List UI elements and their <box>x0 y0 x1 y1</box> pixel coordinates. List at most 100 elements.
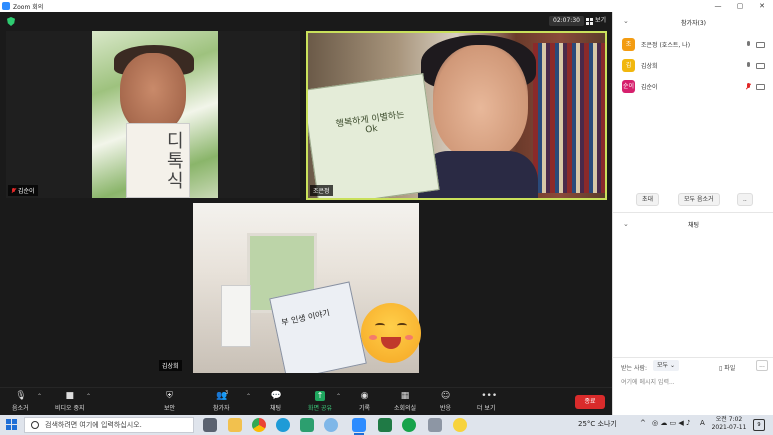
participant-name: 김상희 <box>641 63 658 70</box>
participant-nametag: 김순이 <box>8 185 38 196</box>
video-options-caret[interactable]: ⌃ <box>86 393 91 400</box>
mute-all-button[interactable]: 모두 음소거 <box>678 193 720 206</box>
mic-muted-icon[interactable] <box>746 83 751 90</box>
view-button[interactable]: 보기 <box>583 16 609 26</box>
breakout-rooms-icon: ▦ <box>400 391 410 401</box>
task-view-icon[interactable] <box>203 418 217 432</box>
grid-view-icon <box>586 17 593 25</box>
security-button[interactable]: ⛨ 보안 <box>164 391 175 415</box>
search-icon <box>31 421 39 429</box>
participant-row[interactable]: 순이 김순이 <box>613 76 773 97</box>
divider <box>613 212 773 213</box>
participants-options-caret[interactable]: ⌃ <box>246 393 251 400</box>
excel-icon[interactable] <box>378 418 392 432</box>
video-camera-icon[interactable] <box>756 83 765 90</box>
audio-options-caret[interactable]: ⌃ <box>37 393 42 400</box>
chat-more-button[interactable]: ... <box>756 360 768 371</box>
input-language-indicator[interactable]: A <box>700 419 705 427</box>
reactions-button[interactable]: ☺ 반응 <box>440 391 451 415</box>
encryption-shield-icon[interactable] <box>7 17 15 26</box>
held-book: 행복하게 이별하는 Ok <box>308 73 440 198</box>
search-placeholder: 검색하려면 여기에 입력하십시오. <box>45 421 142 429</box>
file-button[interactable]: ▯ 파일 <box>719 363 735 372</box>
more-options-button[interactable]: .. <box>737 193 753 206</box>
share-screen-button[interactable]: ↑ 화면 공유 <box>308 391 332 415</box>
participant-face <box>120 53 186 133</box>
collapse-chevron-icon[interactable]: ⌄ <box>623 220 629 228</box>
collapse-chevron-icon[interactable]: ⌄ <box>623 17 629 25</box>
shield-icon: ⛨ <box>166 391 173 401</box>
kakaotalk-icon[interactable] <box>453 418 467 432</box>
chat-button[interactable]: 💬 채팅 <box>270 391 282 415</box>
participants-panel-title: 참가자(3) <box>680 19 707 27</box>
minimize-button[interactable]: — <box>707 0 729 12</box>
tray-overflow-icon[interactable]: ^ <box>640 419 646 427</box>
maximize-button[interactable]: ▢ <box>729 0 751 12</box>
window-title: Zoom 회의 <box>13 3 44 11</box>
meeting-toolbar: 🎙 음소거 ⌃ ■ 비디오 중지 ⌃ ⛨ 보안 👥 3 참가자 ⌃ 💬 채팅 ↑… <box>0 387 612 415</box>
close-button[interactable]: ✕ <box>751 0 773 12</box>
smiling-emoji-sticker <box>361 303 421 363</box>
participant-name: 조은정 (호스트, 나) <box>641 42 691 49</box>
participants-panel-header: ⌄ 참가자(3) <box>613 12 773 32</box>
video-tile-kim-sooni[interactable]: 디톡식 김순이 <box>6 31 300 198</box>
microphone-icon[interactable] <box>746 62 751 69</box>
video-camera-icon: ■ <box>65 391 74 401</box>
zoom-app-icon <box>2 2 10 10</box>
app-icon[interactable] <box>300 418 314 432</box>
app-icon[interactable] <box>324 418 338 432</box>
video-tile-jo-eunjeong[interactable]: 행복하게 이별하는 Ok 조은정 <box>306 31 607 200</box>
tray-icons[interactable]: ◎ ☁ ▭ ◀ ♪ <box>652 419 690 427</box>
clock-date: 2021-07-11 <box>711 424 747 431</box>
clock-time: 오전 7:02 <box>715 416 743 423</box>
mic-muted-icon <box>11 187 16 194</box>
record-button[interactable]: ◉ 기록 <box>359 391 370 415</box>
chat-panel-header: ⌄ 채팅 <box>613 217 773 231</box>
microphone-icon[interactable] <box>746 41 751 48</box>
ellipsis-icon: ••• <box>481 391 498 401</box>
chat-panel-title: 채팅 <box>687 221 700 229</box>
mute-button[interactable]: 🎙 음소거 <box>12 391 29 415</box>
stop-video-button[interactable]: ■ 비디오 중지 <box>55 391 85 415</box>
participant-nametag: 조은정 <box>310 185 333 196</box>
more-button[interactable]: ••• 더 보기 <box>477 391 498 415</box>
video-camera-icon[interactable] <box>756 41 765 48</box>
participants-list: 조 조은정 (호스트, 나) 김 김상희 순이 김순이 <box>613 34 773 97</box>
weather-widget[interactable]: 25°C 소나기 <box>578 419 617 429</box>
participant-nametag: 김상희 <box>159 360 182 371</box>
windows-start-icon[interactable] <box>6 419 18 431</box>
held-book: 부 인생 이야기 <box>269 281 367 373</box>
participants-button[interactable]: 👥 3 참가자 <box>213 390 230 415</box>
avatar: 순이 <box>622 80 635 93</box>
chat-composer: 받는 사람: 모두 ⌄ ▯ 파일 ... 여기에 메시지 입력... <box>613 357 773 415</box>
notification-center-icon[interactable]: 9 <box>753 419 765 431</box>
zoom-window: Zoom 회의 — ▢ ✕ 02:07:30 보기 디톡식 김순이 행복하게 이… <box>0 0 773 435</box>
chat-bubble-icon: 💬 <box>270 391 282 401</box>
microphone-icon: 🎙 <box>15 391 27 401</box>
participant-row[interactable]: 조 조은정 (호스트, 나) <box>613 34 773 55</box>
participant-row[interactable]: 김 김상희 <box>613 55 773 76</box>
video-camera-icon[interactable] <box>756 62 765 69</box>
chrome-icon[interactable] <box>252 418 266 432</box>
share-screen-icon: ↑ <box>315 391 325 401</box>
view-button-label: 보기 <box>595 17 607 24</box>
app-icon[interactable] <box>402 418 416 432</box>
side-panel: ⌄ 참가자(3) 조 조은정 (호스트, 나) 김 김상희 순이 김순이 초대 … <box>612 12 773 415</box>
avatar: 조 <box>622 38 635 51</box>
breakout-rooms-button[interactable]: ▦ 소회의실 <box>394 391 416 415</box>
file-explorer-icon[interactable] <box>228 418 242 432</box>
invite-button[interactable]: 초대 <box>636 193 660 206</box>
video-tile-kim-sanghee[interactable]: 부 인생 이야기 김상희 <box>157 203 455 373</box>
taskbar-clock[interactable]: 오전 7:02 2021-07-11 <box>710 416 748 432</box>
edge-icon[interactable] <box>276 418 290 432</box>
taskbar-search[interactable]: 검색하려면 여기에 입력하십시오. <box>24 417 194 433</box>
chat-message-input[interactable]: 여기에 메시지 입력... <box>621 377 675 386</box>
chat-recipient-select[interactable]: 모두 ⌄ <box>653 360 679 371</box>
app-icon[interactable] <box>428 418 442 432</box>
end-meeting-button[interactable]: 종료 <box>575 395 605 409</box>
zoom-taskbar-icon[interactable] <box>352 418 366 435</box>
share-options-caret[interactable]: ⌃ <box>336 393 341 400</box>
bookshelf <box>533 43 605 193</box>
participants-count: 3 <box>225 390 229 396</box>
window-controls: — ▢ ✕ <box>707 0 773 12</box>
